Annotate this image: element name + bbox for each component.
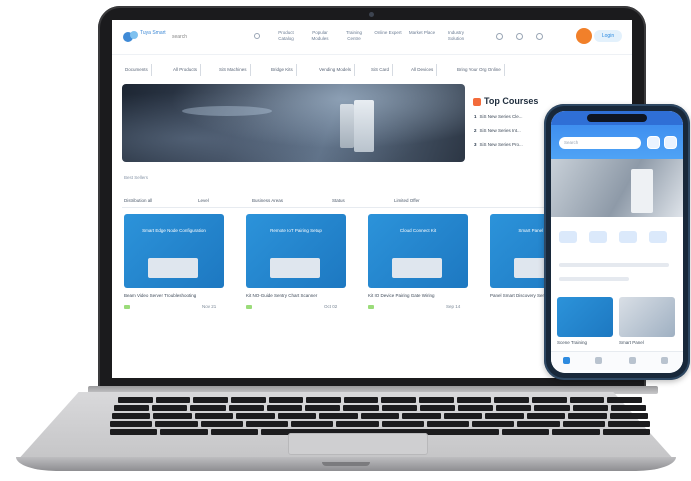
- card-device: [148, 258, 198, 278]
- phone-dynamic-island: [587, 114, 647, 122]
- category-sis-card[interactable]: SiS Card: [368, 64, 394, 76]
- banner-device-small: [340, 104, 354, 148]
- phone-category-icon[interactable]: [589, 231, 607, 243]
- top-course-item[interactable]: 3 SiS New Series Pro...: [474, 142, 523, 147]
- login-button[interactable]: Login: [594, 30, 622, 42]
- nav-link-training-centre[interactable]: Training Centre: [340, 30, 368, 42]
- phone-text-line: [559, 263, 669, 267]
- phone-search-input[interactable]: Search: [559, 137, 641, 149]
- phone-screen: Search Scene Training Smart Panel: [551, 111, 683, 373]
- filter-status[interactable]: Status: [332, 198, 345, 203]
- card-caption[interactable]: Kit NO-Guide Sentry Chart Scanner: [246, 293, 348, 298]
- laptop-camera: [369, 12, 374, 17]
- phone-card-caption: Scene Training: [557, 340, 588, 345]
- laptop-notch: [322, 462, 370, 466]
- message-icon[interactable]: [516, 33, 523, 40]
- site-header: [112, 20, 632, 55]
- avatar[interactable]: [576, 28, 592, 44]
- top-courses-icon: [473, 98, 481, 106]
- card-tag: [368, 305, 374, 309]
- filter-business-areas[interactable]: Business Areas: [252, 198, 283, 203]
- community-icon[interactable]: [629, 357, 636, 364]
- category-documents[interactable]: Documents: [122, 64, 152, 76]
- category-sis-machines[interactable]: SiS Machines: [216, 64, 251, 76]
- category-vending-models[interactable]: Vending Models: [316, 64, 356, 76]
- top-courses-title: Top Courses: [484, 96, 539, 106]
- card-tag: [124, 305, 130, 309]
- phone-text-line: [559, 277, 629, 281]
- category-all-devices[interactable]: All Devices: [408, 64, 438, 76]
- phone-hero-device: [631, 169, 653, 213]
- nav-link-popular-modules[interactable]: Popular Modules: [306, 30, 334, 42]
- phone-course-card[interactable]: [557, 297, 613, 337]
- language-icon[interactable]: [496, 33, 503, 40]
- course-card-image[interactable]: Smart Edge Node Configuration: [124, 214, 224, 288]
- card-title: Remote IoT Pairing Setup: [270, 228, 322, 233]
- category-bridge-kits[interactable]: Bridge Kits: [268, 64, 297, 76]
- filter-distribution[interactable]: Distribution all: [124, 198, 152, 203]
- hero-banner[interactable]: [122, 84, 465, 162]
- card-caption[interactable]: Beam Video Server Troubleshooting: [124, 293, 226, 298]
- brand-logo-icon[interactable]: [122, 29, 140, 43]
- course-icon[interactable]: [595, 357, 602, 364]
- search-icon[interactable]: [254, 33, 260, 39]
- course-card-image[interactable]: Cloud Connect Kit: [368, 214, 468, 288]
- phone-category-icon[interactable]: [649, 231, 667, 243]
- course-name: SiS New Series Cle...: [479, 114, 523, 119]
- card-device: [270, 258, 320, 278]
- message-icon[interactable]: [664, 136, 677, 149]
- section-label: Best Sellers: [124, 175, 149, 180]
- scan-icon[interactable]: [647, 136, 660, 149]
- keyboard: [110, 397, 650, 435]
- banner-glow: [182, 106, 272, 116]
- card-caption[interactable]: Kit IO Device Pairing Gate Wiring: [368, 293, 470, 298]
- nav-link-industry-solution[interactable]: Industry Solution: [442, 30, 470, 42]
- card-title: Smart Edge Node Configuration: [142, 228, 206, 233]
- header-search[interactable]: search: [172, 34, 187, 40]
- course-card-image[interactable]: Remote IoT Pairing Setup: [246, 214, 346, 288]
- top-course-item[interactable]: 1 SiS New Series Cle...: [474, 114, 523, 119]
- card-meta: Sep 14: [446, 304, 461, 309]
- nav-link-online-expert[interactable]: Online Expert: [374, 30, 402, 36]
- brand-name[interactable]: Tuya Smart: [140, 30, 166, 36]
- phone-category-icon[interactable]: [619, 231, 637, 243]
- card-title: Cloud Connect Kit: [399, 228, 437, 233]
- phone-category-icon[interactable]: [559, 231, 577, 243]
- trackpad: [288, 433, 428, 455]
- course-rank: 3: [474, 142, 477, 147]
- phone-card-caption: Smart Panel: [619, 340, 644, 345]
- card-tag: [246, 305, 252, 309]
- card-device: [392, 258, 442, 278]
- banner-device: [354, 100, 374, 152]
- card-meta: Nov 21: [202, 304, 217, 309]
- phone-course-card[interactable]: [619, 297, 675, 337]
- notification-icon[interactable]: [536, 33, 543, 40]
- banner-sky: [122, 84, 465, 162]
- profile-icon[interactable]: [661, 357, 668, 364]
- course-name: SiS New Series Int...: [479, 128, 521, 133]
- category-bar: Documents All Products SiS Machines Brid…: [112, 64, 632, 76]
- top-course-item[interactable]: 2 SiS New Series Int...: [474, 128, 521, 133]
- card-meta: Oct 02: [324, 304, 338, 309]
- nav-link-product-catalog[interactable]: Product Catalog: [272, 30, 300, 42]
- phone-hero-banner[interactable]: [551, 159, 683, 217]
- category-all-products[interactable]: All Products: [170, 64, 202, 76]
- course-rank: 1: [474, 114, 477, 119]
- course-rank: 2: [474, 128, 477, 133]
- home-icon[interactable]: [563, 357, 570, 364]
- filter-level[interactable]: Level: [198, 198, 209, 203]
- nav-link-market-place[interactable]: Market Place: [408, 30, 436, 36]
- category-bring-your-org-online[interactable]: Bring Your Org Online: [454, 64, 505, 76]
- course-name: SiS New Series Pro...: [479, 142, 523, 147]
- filter-limited-offer[interactable]: Limited Offer: [394, 198, 420, 203]
